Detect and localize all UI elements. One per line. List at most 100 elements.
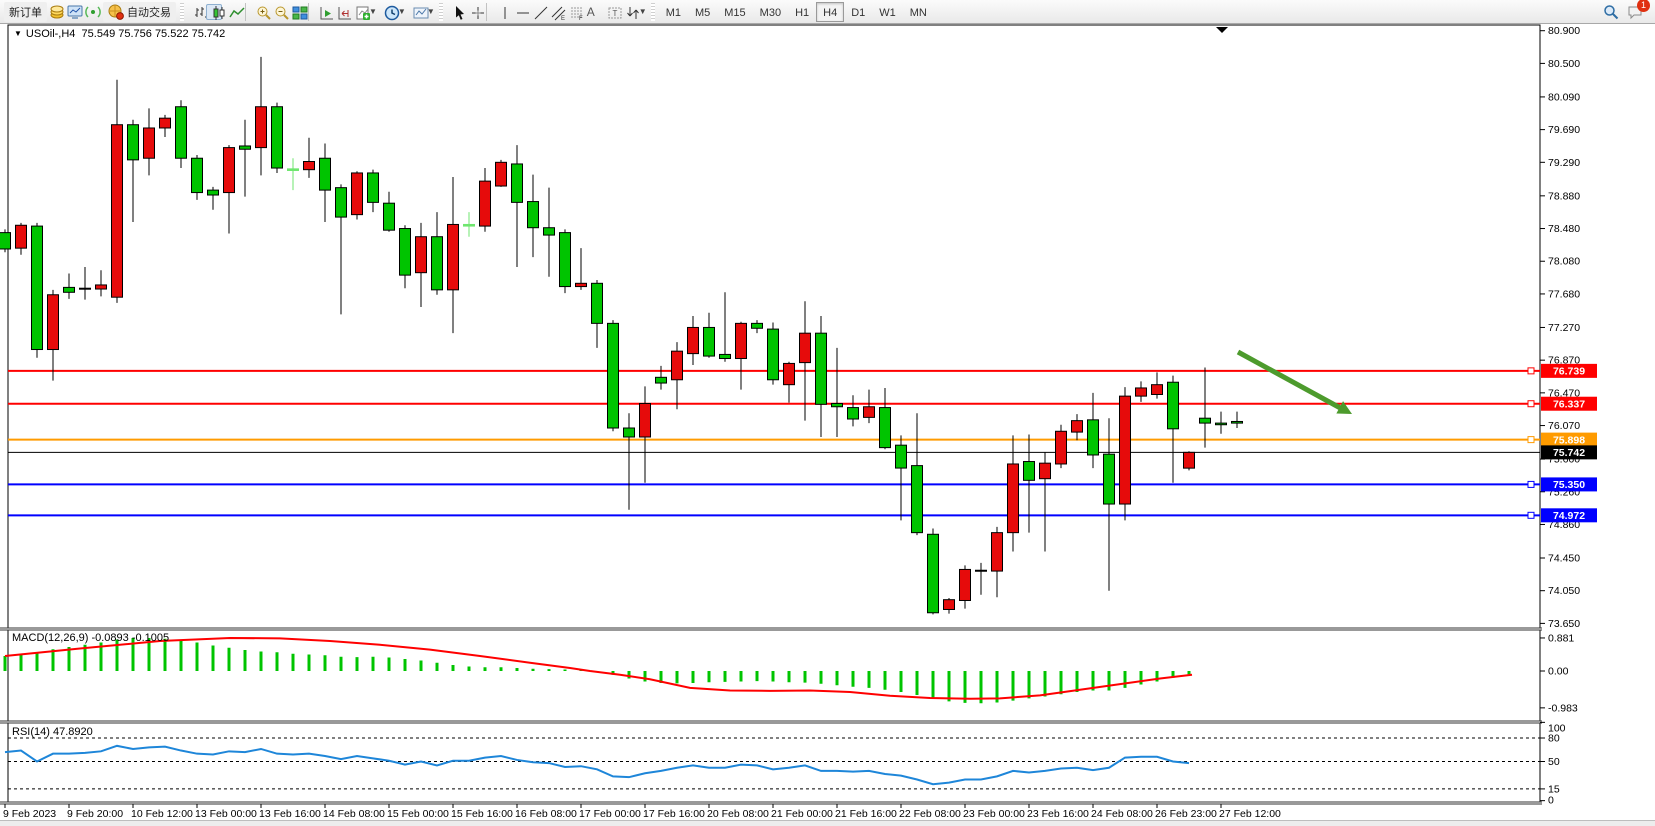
- candle-body: [1072, 421, 1083, 432]
- time-axis-label[interactable]: 27 Feb 12:00: [1219, 808, 1281, 820]
- candle-body: [480, 181, 491, 226]
- time-axis-label[interactable]: 10 Feb 12:00: [131, 808, 193, 820]
- candle-body: [144, 128, 155, 158]
- price-axis-label: 77.270: [1548, 322, 1580, 334]
- candle-body: [1088, 420, 1099, 455]
- time-axis-label[interactable]: 15 Feb 16:00: [451, 808, 513, 820]
- time-axis-label[interactable]: 16 Feb 08:00: [515, 808, 577, 820]
- candle-body: [304, 162, 315, 170]
- candle-body: [448, 224, 459, 289]
- candle-body: [864, 407, 875, 418]
- candle-body: [784, 363, 795, 384]
- candle-body: [800, 333, 811, 362]
- candle-body: [368, 173, 379, 202]
- candle-body: [160, 118, 171, 128]
- time-axis-label[interactable]: 9 Feb 20:00: [67, 808, 123, 820]
- candle-body: [592, 283, 603, 323]
- price-axis-label: 78.480: [1548, 223, 1580, 235]
- time-axis-label[interactable]: 21 Feb 16:00: [835, 808, 897, 820]
- time-axis-label[interactable]: 14 Feb 08:00: [323, 808, 385, 820]
- candle-body: [752, 323, 763, 328]
- time-axis-label[interactable]: 13 Feb 00:00: [195, 808, 257, 820]
- price-axis-label: 78.080: [1548, 256, 1580, 268]
- candle-body: [560, 233, 571, 287]
- time-axis-label[interactable]: 26 Feb 23:00: [1155, 808, 1217, 820]
- candle-body: [416, 237, 427, 273]
- candle-body: [1152, 385, 1163, 395]
- candle-body: [624, 428, 635, 437]
- price-axis-label: 79.690: [1548, 124, 1580, 136]
- time-axis-label[interactable]: 20 Feb 08:00: [707, 808, 769, 820]
- candle-body: [80, 288, 91, 289]
- rsi-pane: [8, 723, 1540, 802]
- time-axis-label[interactable]: 15 Feb 00:00: [387, 808, 449, 820]
- candle-body: [352, 173, 363, 215]
- candle-body: [672, 351, 683, 380]
- price-tag-label: 75.350: [1553, 479, 1585, 491]
- main-pane: [8, 25, 1540, 628]
- price-axis-label: 76.070: [1548, 420, 1580, 432]
- candle-body: [192, 158, 203, 192]
- candle-body: [896, 445, 907, 468]
- candle-body: [944, 600, 955, 610]
- candle-body: [128, 125, 139, 160]
- time-axis-label[interactable]: 21 Feb 00:00: [771, 808, 833, 820]
- price-axis-label: 80.090: [1548, 91, 1580, 103]
- price-axis-label: 80.500: [1548, 58, 1580, 70]
- time-axis-label[interactable]: 22 Feb 08:00: [899, 808, 961, 820]
- candle-body: [1008, 464, 1019, 533]
- candle-body: [1056, 431, 1067, 464]
- candle-body: [112, 125, 123, 297]
- candle-body: [1216, 423, 1227, 425]
- line-handle[interactable]: [1528, 401, 1534, 407]
- rsi-axis-label: 0: [1548, 795, 1554, 807]
- candle-body: [288, 169, 299, 171]
- candle-body: [704, 327, 715, 356]
- candle-body: [432, 237, 443, 290]
- price-tag-label: 75.898: [1553, 434, 1585, 446]
- candle-body: [336, 188, 347, 217]
- time-axis-label[interactable]: 9 Feb 2023: [3, 808, 56, 820]
- line-handle[interactable]: [1528, 368, 1534, 374]
- time-axis-label[interactable]: 24 Feb 08:00: [1091, 808, 1153, 820]
- price-tag-label: 76.337: [1553, 399, 1585, 411]
- candle-body: [544, 228, 555, 235]
- time-axis-label[interactable]: 17 Feb 16:00: [643, 808, 705, 820]
- candle-body: [880, 408, 891, 448]
- candle-body: [64, 287, 75, 292]
- price-tag-label: 76.739: [1553, 366, 1585, 378]
- candle-body: [960, 569, 971, 600]
- price-tag-label: 75.742: [1553, 447, 1585, 459]
- candle-body: [0, 233, 11, 249]
- candle-body: [224, 148, 235, 193]
- candle-body: [464, 224, 475, 226]
- candle-body: [768, 329, 779, 380]
- candle-body: [1104, 454, 1115, 504]
- price-axis-label: 77.680: [1548, 288, 1580, 300]
- price-axis-label: 78.880: [1548, 190, 1580, 202]
- chart-title-text: USOil-,H4 75.549 75.756 75.522 75.742: [26, 28, 225, 40]
- candle-body: [96, 285, 107, 289]
- candle-body: [1232, 421, 1243, 423]
- candle-body: [32, 226, 43, 349]
- candle-body: [1200, 418, 1211, 423]
- line-handle[interactable]: [1528, 481, 1534, 487]
- time-axis-label[interactable]: 17 Feb 00:00: [579, 808, 641, 820]
- symbol-menu-arrow-icon[interactable]: ▼: [14, 29, 22, 38]
- candle-body: [848, 408, 859, 419]
- chart-canvas[interactable]: 80.90080.50080.09079.69079.29078.88078.4…: [0, 0, 1655, 820]
- price-axis-label: 73.650: [1548, 618, 1580, 630]
- macd-axis-label: 0.00: [1548, 666, 1569, 678]
- candle-body: [832, 403, 843, 406]
- time-axis-label[interactable]: 23 Feb 16:00: [1027, 808, 1089, 820]
- candle-body: [816, 333, 827, 404]
- line-handle[interactable]: [1528, 437, 1534, 443]
- time-axis-label[interactable]: 23 Feb 00:00: [963, 808, 1025, 820]
- candle-body: [400, 229, 411, 276]
- candle-body: [928, 534, 939, 612]
- candle-body: [256, 107, 267, 148]
- status-bar: [0, 820, 1655, 826]
- line-handle[interactable]: [1528, 512, 1534, 518]
- candle-body: [496, 162, 507, 186]
- time-axis-label[interactable]: 13 Feb 16:00: [259, 808, 321, 820]
